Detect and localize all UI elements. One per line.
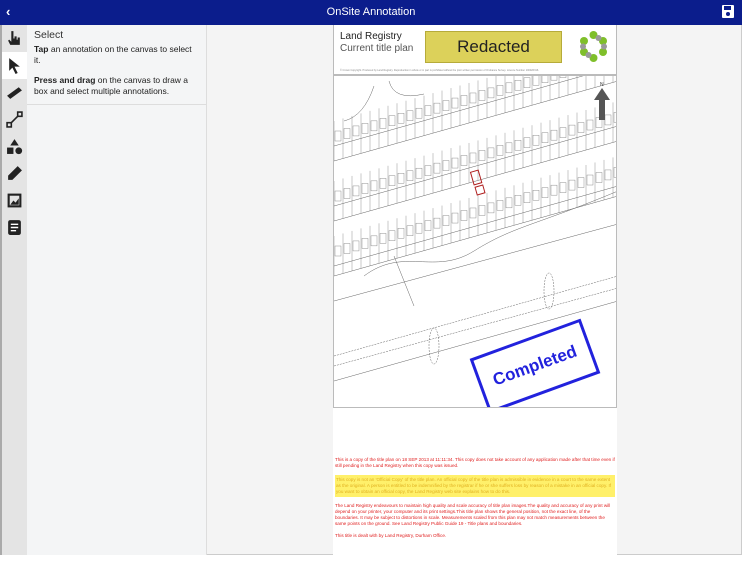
title-plan-map: N Completed (333, 75, 617, 408)
pen-icon (8, 166, 22, 180)
tap-instruction: Tap an annotation on the canvas to selec… (34, 44, 192, 65)
land-registry-logo (580, 31, 607, 62)
copyright-line: © Crown Copyright. Produced by Land Regi… (340, 69, 539, 72)
panel-title: Select (34, 29, 64, 41)
image-frame-icon (7, 193, 22, 208)
note-icon (8, 220, 21, 235)
measure-tool-button[interactable] (2, 79, 27, 106)
line-tool-button[interactable] (2, 106, 27, 133)
brand-name: Land Registry (340, 31, 402, 42)
north-label: N (600, 82, 604, 88)
save-icon[interactable] (722, 5, 734, 18)
notes-tool-button[interactable] (2, 214, 27, 241)
drag-instruction: Press and drag on the canvas to draw a b… (34, 75, 189, 96)
note-copy-date: This is a copy of the title plan on 18 S… (335, 457, 615, 468)
pen-tool-button[interactable] (2, 160, 27, 187)
note-accuracy: The Land Registry endeavours to maintain… (335, 503, 611, 526)
title-plan-document: Land Registry Current title plan Redacte… (333, 25, 617, 555)
cursor-arrow-icon (9, 58, 20, 74)
hand-pointer-icon (8, 31, 20, 45)
tool-bar (0, 25, 27, 555)
brand-subtitle: Current title plan (340, 43, 414, 54)
boundary-outline (469, 169, 486, 196)
note-official-copy: This copy is not an 'Official Copy' of t… (335, 475, 615, 497)
note-office: This title is dealt with by Land Registr… (335, 533, 447, 538)
redacted-annotation[interactable]: Redacted (425, 31, 562, 63)
shapes-tool-button[interactable] (2, 133, 27, 160)
annotation-canvas[interactable]: Land Registry Current title plan Redacte… (207, 25, 742, 555)
app-header: ‹ OnSite Annotation (0, 0, 742, 25)
select-tool-button[interactable] (2, 52, 27, 79)
line-segment-icon (6, 111, 23, 128)
shapes-icon (7, 139, 23, 155)
document-header: Land Registry Current title plan Redacte… (333, 25, 617, 75)
plan-notes: This is a copy of the title plan on 18 S… (333, 457, 617, 545)
pan-tool-button[interactable] (2, 25, 27, 52)
ruler-icon (7, 87, 22, 99)
tool-info-panel: Select Tap an annotation on the canvas t… (27, 25, 207, 555)
image-tool-button[interactable] (2, 187, 27, 214)
app-title: OnSite Annotation (326, 6, 416, 18)
north-arrow-icon (594, 88, 610, 120)
